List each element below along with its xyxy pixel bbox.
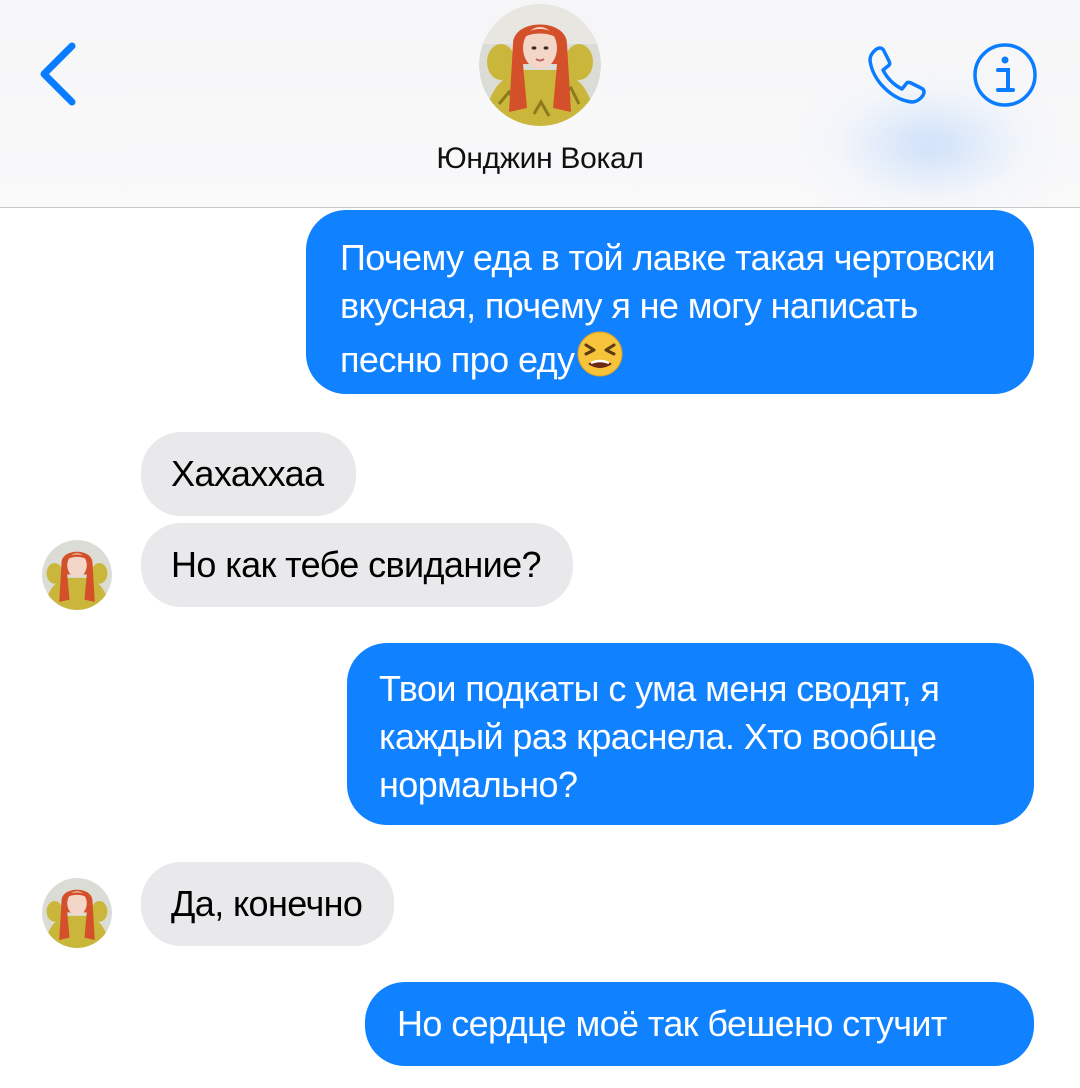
message-text: Но сердце моё так бешено стучит bbox=[397, 1003, 947, 1044]
sender-avatar[interactable] bbox=[42, 540, 112, 610]
incoming-message[interactable]: Хахаххаа bbox=[141, 432, 356, 516]
message-text: Да, конечно bbox=[171, 883, 363, 924]
sender-avatar-image bbox=[42, 878, 112, 948]
back-button[interactable] bbox=[32, 38, 92, 108]
info-icon bbox=[973, 43, 1037, 107]
incoming-message[interactable]: Но как тебе свидание? bbox=[141, 523, 573, 607]
info-button[interactable] bbox=[972, 42, 1038, 108]
message-text: Почему еда в той лавке такая чертовски в… bbox=[340, 237, 996, 380]
messages-screen: Юнджин Вокал Почему еда в той лавке така… bbox=[0, 0, 1080, 1088]
contact-avatar[interactable] bbox=[479, 4, 601, 126]
sender-avatar[interactable] bbox=[42, 878, 112, 948]
incoming-message[interactable]: Да, конечно bbox=[141, 862, 395, 946]
tired-face-emoji bbox=[577, 331, 623, 377]
conversation-header: Юнджин Вокал bbox=[0, 0, 1080, 208]
outgoing-message[interactable]: Но сердце моё так бешено стучит bbox=[365, 982, 1034, 1066]
back-chevron-icon bbox=[40, 42, 76, 106]
sender-avatar-image bbox=[42, 540, 112, 610]
message-text: Хахаххаа bbox=[171, 453, 324, 494]
contact-name[interactable]: Юнджин Вокал bbox=[0, 142, 1080, 176]
outgoing-message[interactable]: Твои подкаты с ума меня сводят, я каждый… bbox=[347, 643, 1034, 825]
call-button[interactable] bbox=[862, 40, 932, 110]
message-text: Но как тебе свидание? bbox=[171, 544, 542, 585]
outgoing-message[interactable]: Почему еда в той лавке такая чертовски в… bbox=[306, 210, 1034, 394]
phone-icon bbox=[868, 46, 926, 104]
message-text: Твои подкаты с ума меня сводят, я каждый… bbox=[379, 668, 940, 805]
contact-avatar-image bbox=[479, 4, 601, 126]
